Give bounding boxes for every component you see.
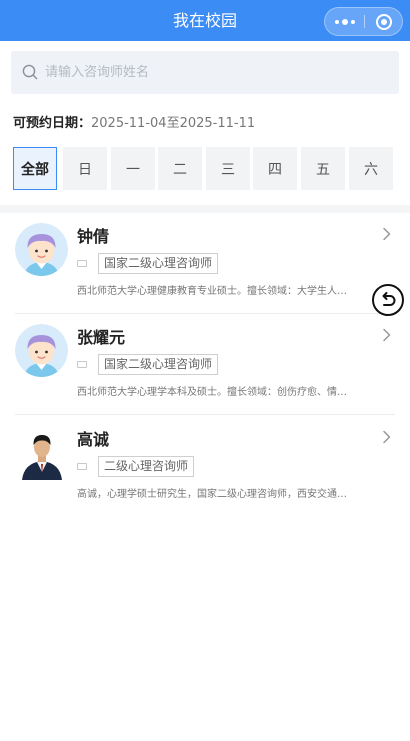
section-divider — [0, 205, 410, 213]
counselor-card[interactable]: 张耀元 国家二级心理咨询师 西北师范大学心理学本科及硕士。擅长领域：创伤疗愈、情… — [0, 314, 410, 415]
person-photo-icon — [18, 430, 66, 480]
chevron-right-icon — [383, 328, 391, 342]
cartoon-avatar-icon — [15, 223, 68, 276]
counselor-name: 钟倩 — [77, 227, 110, 246]
day-filter-all[interactable]: 全部 — [13, 147, 57, 190]
day-filter-wed[interactable]: 三 — [206, 147, 250, 190]
cartoon-avatar-icon — [15, 324, 68, 377]
list-separator — [15, 414, 395, 415]
counselor-card[interactable]: 钟倩 国家二级心理咨询师 西北师范大学心理健康教育专业硕士。擅长领域：大学生人际… — [0, 213, 410, 314]
return-arrow-icon — [382, 292, 396, 306]
search-icon — [22, 64, 38, 80]
counselor-description: 西北师范大学心理学本科及硕士。擅长领域：创伤疗愈、情绪调节 — [77, 387, 355, 398]
counselor-name: 高诚 — [77, 430, 110, 449]
more-menu-button[interactable] — [325, 8, 364, 35]
day-filter-tue[interactable]: 二 — [158, 147, 202, 190]
avatar — [18, 430, 66, 480]
mini-program-capsule — [324, 7, 403, 36]
chevron-right-icon — [383, 430, 391, 444]
day-filter-mon[interactable]: 一 — [111, 147, 155, 190]
counselor-card[interactable]: 高诚 二级心理咨询师 高诚，心理学硕士研究生，国家二级心理咨询师，西安交通大学 — [0, 416, 410, 517]
booking-date-row: 可预约日期：2025-11-04至2025-11-11 — [13, 115, 255, 133]
counselor-title-tag: 国家二级心理咨询师 — [98, 354, 219, 375]
day-filter-thu[interactable]: 四 — [253, 147, 297, 190]
tag-icon — [77, 361, 87, 368]
counselor-title-tag: 国家二级心理咨询师 — [98, 253, 219, 274]
counselor-title-tag: 二级心理咨询师 — [98, 456, 195, 477]
search-bar — [11, 51, 399, 94]
booking-date-range: 2025-11-04至2025-11-11 — [91, 116, 256, 131]
tag-icon — [77, 463, 87, 470]
search-input[interactable] — [45, 51, 385, 94]
tag-icon — [77, 260, 87, 267]
counselor-name: 张耀元 — [77, 328, 126, 347]
avatar — [15, 223, 68, 276]
back-to-home-button[interactable] — [372, 284, 404, 316]
nav-bar: 我在校园 — [0, 0, 410, 41]
counselor-description: 西北师范大学心理健康教育专业硕士。擅长领域：大学生人际关系、情绪管理 — [77, 286, 355, 297]
chevron-right-icon — [383, 227, 391, 241]
day-filter-sat[interactable]: 六 — [349, 147, 393, 190]
close-circle-icon — [376, 13, 392, 30]
day-filter-fri[interactable]: 五 — [301, 147, 345, 190]
booking-date-label: 可预约日期： — [13, 116, 92, 131]
counselor-description: 高诚，心理学硕士研究生，国家二级心理咨询师，西安交通大学 — [77, 489, 355, 500]
close-mini-program-button[interactable] — [365, 8, 403, 35]
avatar — [15, 324, 68, 377]
day-filter-sun[interactable]: 日 — [63, 147, 107, 190]
